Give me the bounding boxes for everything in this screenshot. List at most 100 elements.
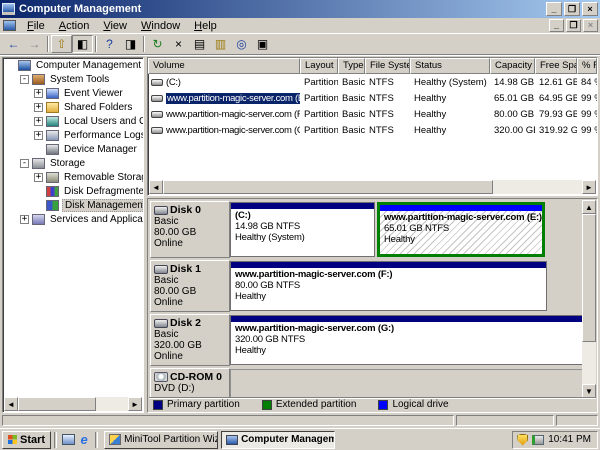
scroll-right-icon[interactable]: ► (128, 397, 142, 411)
disk-2-label[interactable]: Disk 2 Basic 320.00 GB Online (150, 314, 230, 366)
scroll-up-icon[interactable]: ▲ (582, 200, 596, 214)
manage-computer-icon[interactable]: ▣ (252, 35, 273, 53)
refresh-icon[interactable]: ↻ (147, 35, 168, 53)
task-button-minitool[interactable]: MiniTool Partition Wizard ... (104, 431, 218, 449)
logical-drive-swatch (378, 400, 388, 410)
search-icon[interactable]: ◎ (231, 35, 252, 53)
tree-item-event-viewer[interactable]: + Event Viewer (3, 87, 143, 100)
tree-item-computer-management[interactable]: Computer Management (Local) (3, 59, 143, 72)
close-button[interactable]: × (582, 2, 598, 16)
partition-c[interactable]: (C:) 14.98 GB NTFS Healthy (System) (230, 202, 375, 257)
disk-0-label[interactable]: Disk 0 Basic 80.00 GB Online (150, 201, 230, 258)
up-one-level-icon[interactable]: ⇧ (51, 35, 72, 53)
scroll-left-icon[interactable]: ◄ (149, 180, 163, 194)
volume-row-c[interactable]: (C:) Partition Basic NTFS Healthy (Syste… (148, 74, 597, 90)
tree-item-disk-management[interactable]: Disk Management (3, 199, 143, 212)
delete-icon[interactable]: × (168, 35, 189, 53)
tree-item-shared-folders[interactable]: + Shared Folders (3, 101, 143, 114)
col-pct-free[interactable]: % Free (577, 58, 597, 74)
expand-expander[interactable]: + (34, 89, 43, 98)
internet-explorer-icon[interactable]: e (76, 432, 92, 447)
taskbar-separator (54, 432, 57, 448)
device-manager-icon (46, 144, 59, 155)
menu-window[interactable]: Window (134, 19, 187, 33)
tree-item-performance-logs[interactable]: + Performance Logs and Al (3, 129, 143, 142)
tree-item-storage[interactable]: - Storage (3, 157, 143, 170)
tree-horizontal-scrollbar[interactable]: ◄ ► (4, 397, 142, 411)
col-free-space[interactable]: Free Space (535, 58, 577, 74)
child-close-button: × (583, 19, 598, 32)
tree-item-device-manager[interactable]: Device Manager (3, 143, 143, 156)
menu-view[interactable]: View (96, 19, 134, 33)
drive-icon (151, 127, 163, 134)
scrollbar-thumb[interactable] (163, 180, 493, 194)
disk-pane-vertical-scrollbar[interactable]: ▲ ▼ (582, 200, 596, 398)
child-minimize-button[interactable]: _ (549, 19, 564, 32)
menu-action[interactable]: Action (52, 19, 97, 33)
col-capacity[interactable]: Capacity (490, 58, 535, 74)
scroll-left-icon[interactable]: ◄ (4, 397, 18, 411)
drive-icon (151, 79, 163, 86)
minimize-button[interactable]: _ (546, 2, 562, 16)
help-doc-icon[interactable]: ? (99, 35, 120, 53)
scroll-right-icon[interactable]: ► (582, 180, 596, 194)
tree-item-removable-storage[interactable]: + Removable Storage (3, 171, 143, 184)
partition-f[interactable]: www.partition-magic-server.com (F:) 80.0… (230, 261, 547, 311)
menu-help[interactable]: Help (187, 19, 224, 33)
tree-item-disk-defragmenter[interactable]: Disk Defragmenter (3, 185, 143, 198)
tree-item-services-and-applications[interactable]: + Services and Applications (3, 213, 143, 226)
collapse-expander[interactable]: - (20, 159, 29, 168)
cdrom-0-label[interactable]: CD-ROM 0 DVD (D:) (150, 368, 230, 399)
status-pane-2 (556, 415, 598, 426)
tree-item-system-tools[interactable]: - System Tools (3, 73, 143, 86)
menu-file[interactable]: File (20, 19, 52, 33)
child-window-icon (3, 20, 16, 31)
volume-row-g[interactable]: www.partition-magic-server.com (G:) Part… (148, 122, 597, 138)
restore-button[interactable]: ❐ (564, 2, 580, 16)
show-action-pane-icon[interactable]: ◨ (120, 35, 141, 53)
show-desktop-icon[interactable] (60, 432, 76, 447)
status-pane-1 (456, 415, 554, 426)
partition-legend: Primary partition Extended partition Log… (149, 397, 596, 411)
expand-expander[interactable]: + (20, 215, 29, 224)
collapse-expander[interactable]: - (20, 75, 29, 84)
scrollbar-thumb[interactable] (18, 397, 96, 411)
child-restore-button[interactable]: ❐ (566, 19, 581, 32)
security-alert-icon[interactable] (517, 434, 528, 446)
safely-remove-hardware-icon[interactable] (532, 435, 544, 445)
drive-icon (151, 111, 163, 118)
task-button-computer-management[interactable]: Computer Manageme... (221, 431, 335, 449)
legend-logical-drive: Logical drive (378, 399, 448, 410)
legend-extended-partition: Extended partition (262, 399, 357, 410)
col-volume[interactable]: Volume (148, 58, 300, 74)
partition-g[interactable]: www.partition-magic-server.com (G:) 320.… (230, 315, 586, 365)
disk-0-row: Disk 0 Basic 80.00 GB Online (C:) 14.98 … (150, 201, 595, 258)
window-title: Computer Management (19, 3, 544, 15)
expand-expander[interactable]: + (34, 173, 43, 182)
expand-expander[interactable]: + (34, 117, 43, 126)
open-folder-icon[interactable]: ▥ (210, 35, 231, 53)
cdrom-media-area[interactable] (230, 369, 593, 398)
col-file-system[interactable]: File System (365, 58, 410, 74)
cdrom-0-row: CD-ROM 0 DVD (D:) (150, 368, 595, 399)
show-console-tree-icon[interactable]: ◧ (72, 35, 93, 53)
computer-management-task-icon (226, 435, 238, 445)
tree-item-local-users-and-groups[interactable]: + Local Users and Groups (3, 115, 143, 128)
forward-icon[interactable]: → (24, 35, 45, 53)
partition-e-selected[interactable]: www.partition-magic-server.com (E:) 65.0… (377, 202, 545, 257)
expand-expander[interactable]: + (34, 103, 43, 112)
toolbar-separator (143, 36, 145, 52)
back-icon[interactable]: ← (3, 35, 24, 53)
properties-icon[interactable]: ▤ (189, 35, 210, 53)
volume-list-horizontal-scrollbar[interactable]: ◄ ► (149, 180, 596, 194)
scrollbar-thumb[interactable] (582, 214, 596, 342)
volume-row-e[interactable]: www.partition-magic-server.com (E:) Part… (148, 90, 597, 106)
col-type[interactable]: Type (338, 58, 365, 74)
expand-expander[interactable]: + (34, 131, 43, 140)
disk-1-label[interactable]: Disk 1 Basic 80.00 GB Online (150, 260, 230, 312)
scroll-down-icon[interactable]: ▼ (582, 384, 596, 398)
col-status[interactable]: Status (410, 58, 490, 74)
volume-row-f[interactable]: www.partition-magic-server.com (F:) Part… (148, 106, 597, 122)
start-button[interactable]: Start (2, 431, 51, 449)
col-layout[interactable]: Layout (300, 58, 338, 74)
